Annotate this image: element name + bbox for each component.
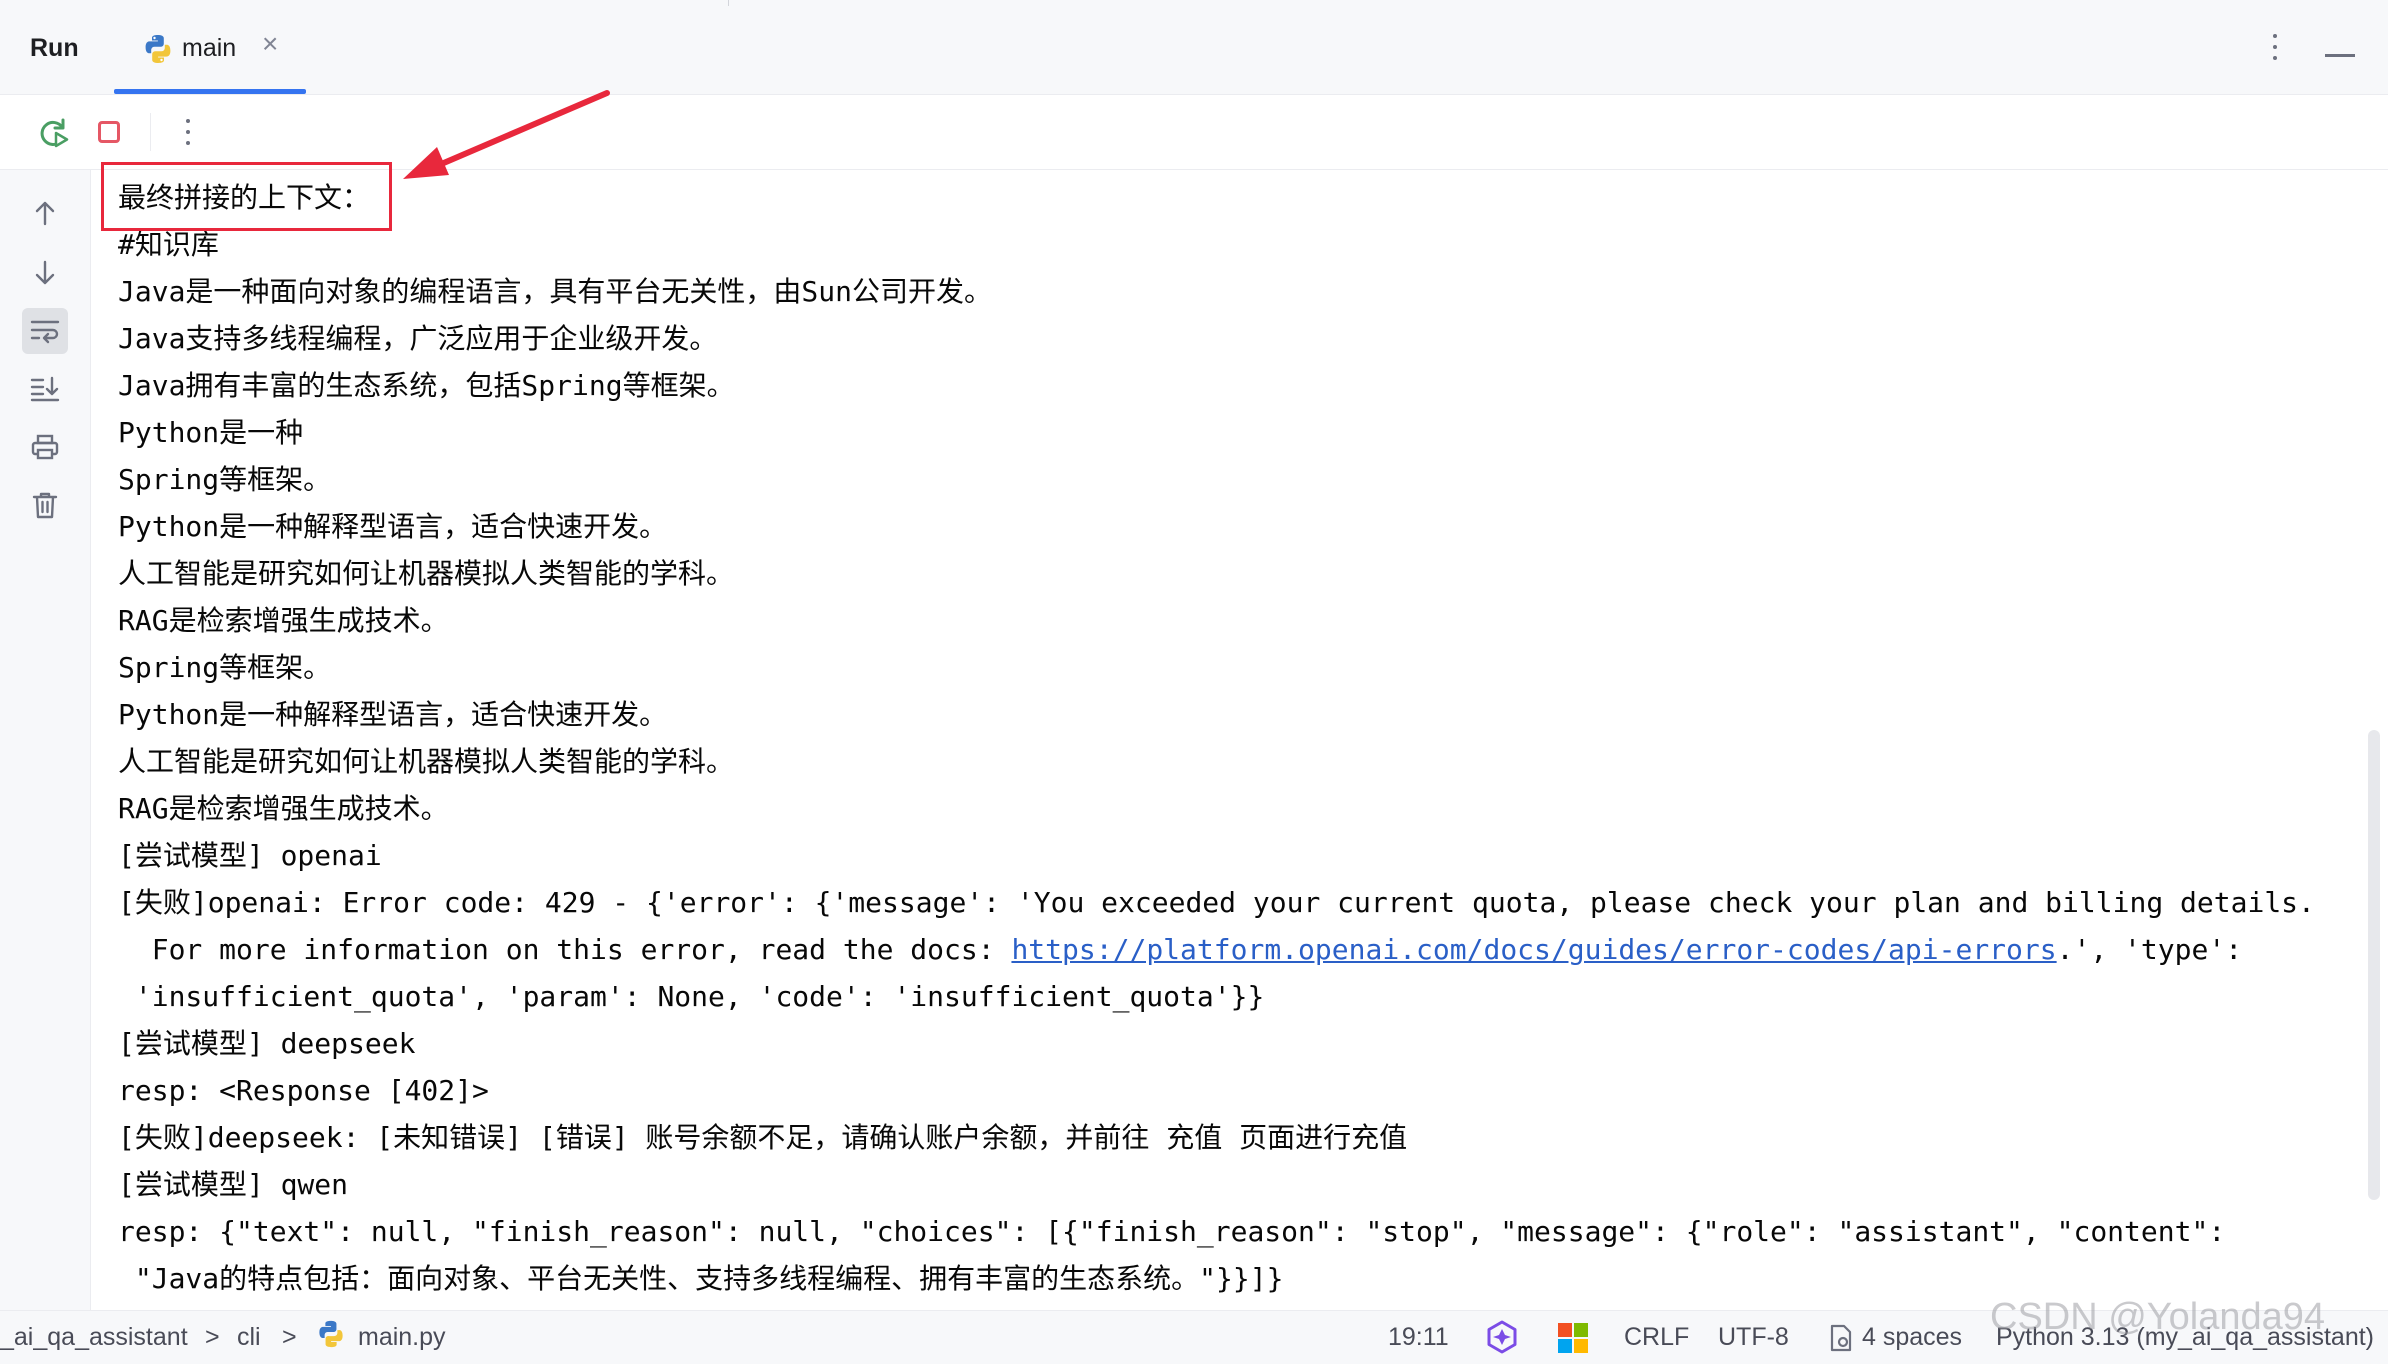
- console-line: [尝试模型] openai: [118, 839, 382, 872]
- stop-icon[interactable]: [98, 121, 120, 143]
- tab-active-indicator: [114, 89, 306, 94]
- console-line: 人工智能是研究如何让机器模拟人类智能的学科。: [118, 745, 735, 778]
- run-title: Run: [30, 34, 79, 62]
- breadcrumb-project[interactable]: _ai_qa_assistant: [0, 1323, 188, 1352]
- python-icon: [142, 33, 174, 70]
- arrow-down-icon[interactable]: [22, 250, 68, 296]
- console-line: Spring等框架。: [118, 651, 332, 684]
- console-gutter: [0, 170, 91, 1310]
- console-line: Spring等框架。: [118, 463, 332, 496]
- run-toolbar: [0, 95, 2388, 170]
- tab-main-label: main: [182, 34, 237, 62]
- console-line-info: For more information on this error, read…: [118, 926, 2242, 973]
- toolbar-more-icon[interactable]: [185, 119, 191, 149]
- caret-position[interactable]: 19:11: [1388, 1323, 1449, 1352]
- file-encoding[interactable]: UTF-8: [1718, 1323, 1789, 1352]
- close-icon[interactable]: ×: [262, 30, 278, 58]
- breadcrumb-separator: >: [205, 1323, 220, 1351]
- annotation-highlight-box: [101, 162, 392, 231]
- console-line: Java是一种面向对象的编程语言，具有平台无关性，由Sun公司开发。: [118, 275, 993, 308]
- console-line: Python是一种解释型语言，适合快速开发。: [118, 698, 668, 731]
- soft-wrap-icon[interactable]: [22, 308, 68, 354]
- console-line: resp: {"text": null, "finish_reason": nu…: [118, 1215, 2226, 1248]
- scroll-to-end-icon[interactable]: [22, 366, 68, 412]
- windows-icon[interactable]: [1558, 1323, 1588, 1360]
- console-line: RAG是检索增强生成技术。: [118, 792, 449, 825]
- console-line: 'insufficient_quota', 'param': None, 'co…: [118, 980, 1265, 1013]
- console-line: RAG是检索增强生成技术。: [118, 604, 449, 637]
- watermark: CSDN @Yolanda94: [1990, 1296, 2326, 1338]
- minimize-icon[interactable]: [2325, 54, 2355, 57]
- run-tool-window-header: Run main ×: [0, 6, 2388, 95]
- console-line: Java拥有丰富的生态系统，包括Spring等框架。: [118, 369, 735, 402]
- console-line: [失败]openai: Error code: 429 - {'error': …: [118, 886, 2315, 919]
- more-options-icon[interactable]: [2272, 34, 2278, 64]
- info-suffix: .', 'type':: [2056, 933, 2243, 966]
- print-icon[interactable]: [22, 424, 68, 470]
- arrow-up-icon[interactable]: [22, 190, 68, 236]
- breadcrumb-folder[interactable]: cli: [237, 1323, 261, 1352]
- console-line: Java支持多线程编程，广泛应用于企业级开发。: [118, 322, 718, 355]
- annotation-arrow: [403, 90, 610, 179]
- toolbar-separator: [150, 113, 151, 151]
- vertical-scrollbar[interactable]: [2368, 730, 2380, 1200]
- indent-setting[interactable]: 4 spaces: [1862, 1323, 1962, 1352]
- console-line: resp: <Response [402]>: [118, 1074, 489, 1107]
- docs-link[interactable]: https://platform.openai.com/docs/guides/…: [1011, 933, 2056, 966]
- breadcrumb-file[interactable]: main.py: [358, 1323, 446, 1352]
- rerun-icon[interactable]: [36, 115, 72, 156]
- trash-icon[interactable]: [22, 482, 68, 528]
- console-line: Python是一种解释型语言，适合快速开发。: [118, 510, 668, 543]
- console-line: Python是一种: [118, 416, 304, 449]
- breadcrumb-separator: >: [282, 1323, 297, 1351]
- ai-assistant-icon[interactable]: [1484, 1319, 1520, 1362]
- line-ending[interactable]: CRLF: [1624, 1323, 1689, 1352]
- console-line: "Java的特点包括：面向对象、平台无关性、支持多线程编程、拥有丰富的生态系统。…: [118, 1262, 1284, 1295]
- info-prefix: For more information on this error, read…: [118, 933, 1012, 966]
- indent-settings-icon: [1826, 1323, 1856, 1360]
- console-line: [失败]deepseek: [未知错误] [错误] 账号余额不足，请确认账户余额…: [118, 1121, 1408, 1154]
- python-icon: [316, 1319, 346, 1356]
- console-line: [尝试模型] qwen: [118, 1168, 349, 1201]
- tab-main[interactable]: main ×: [114, 6, 306, 94]
- console-line: [尝试模型] deepseek: [118, 1027, 416, 1060]
- console-line: 人工智能是研究如何让机器模拟人类智能的学科。: [118, 557, 735, 590]
